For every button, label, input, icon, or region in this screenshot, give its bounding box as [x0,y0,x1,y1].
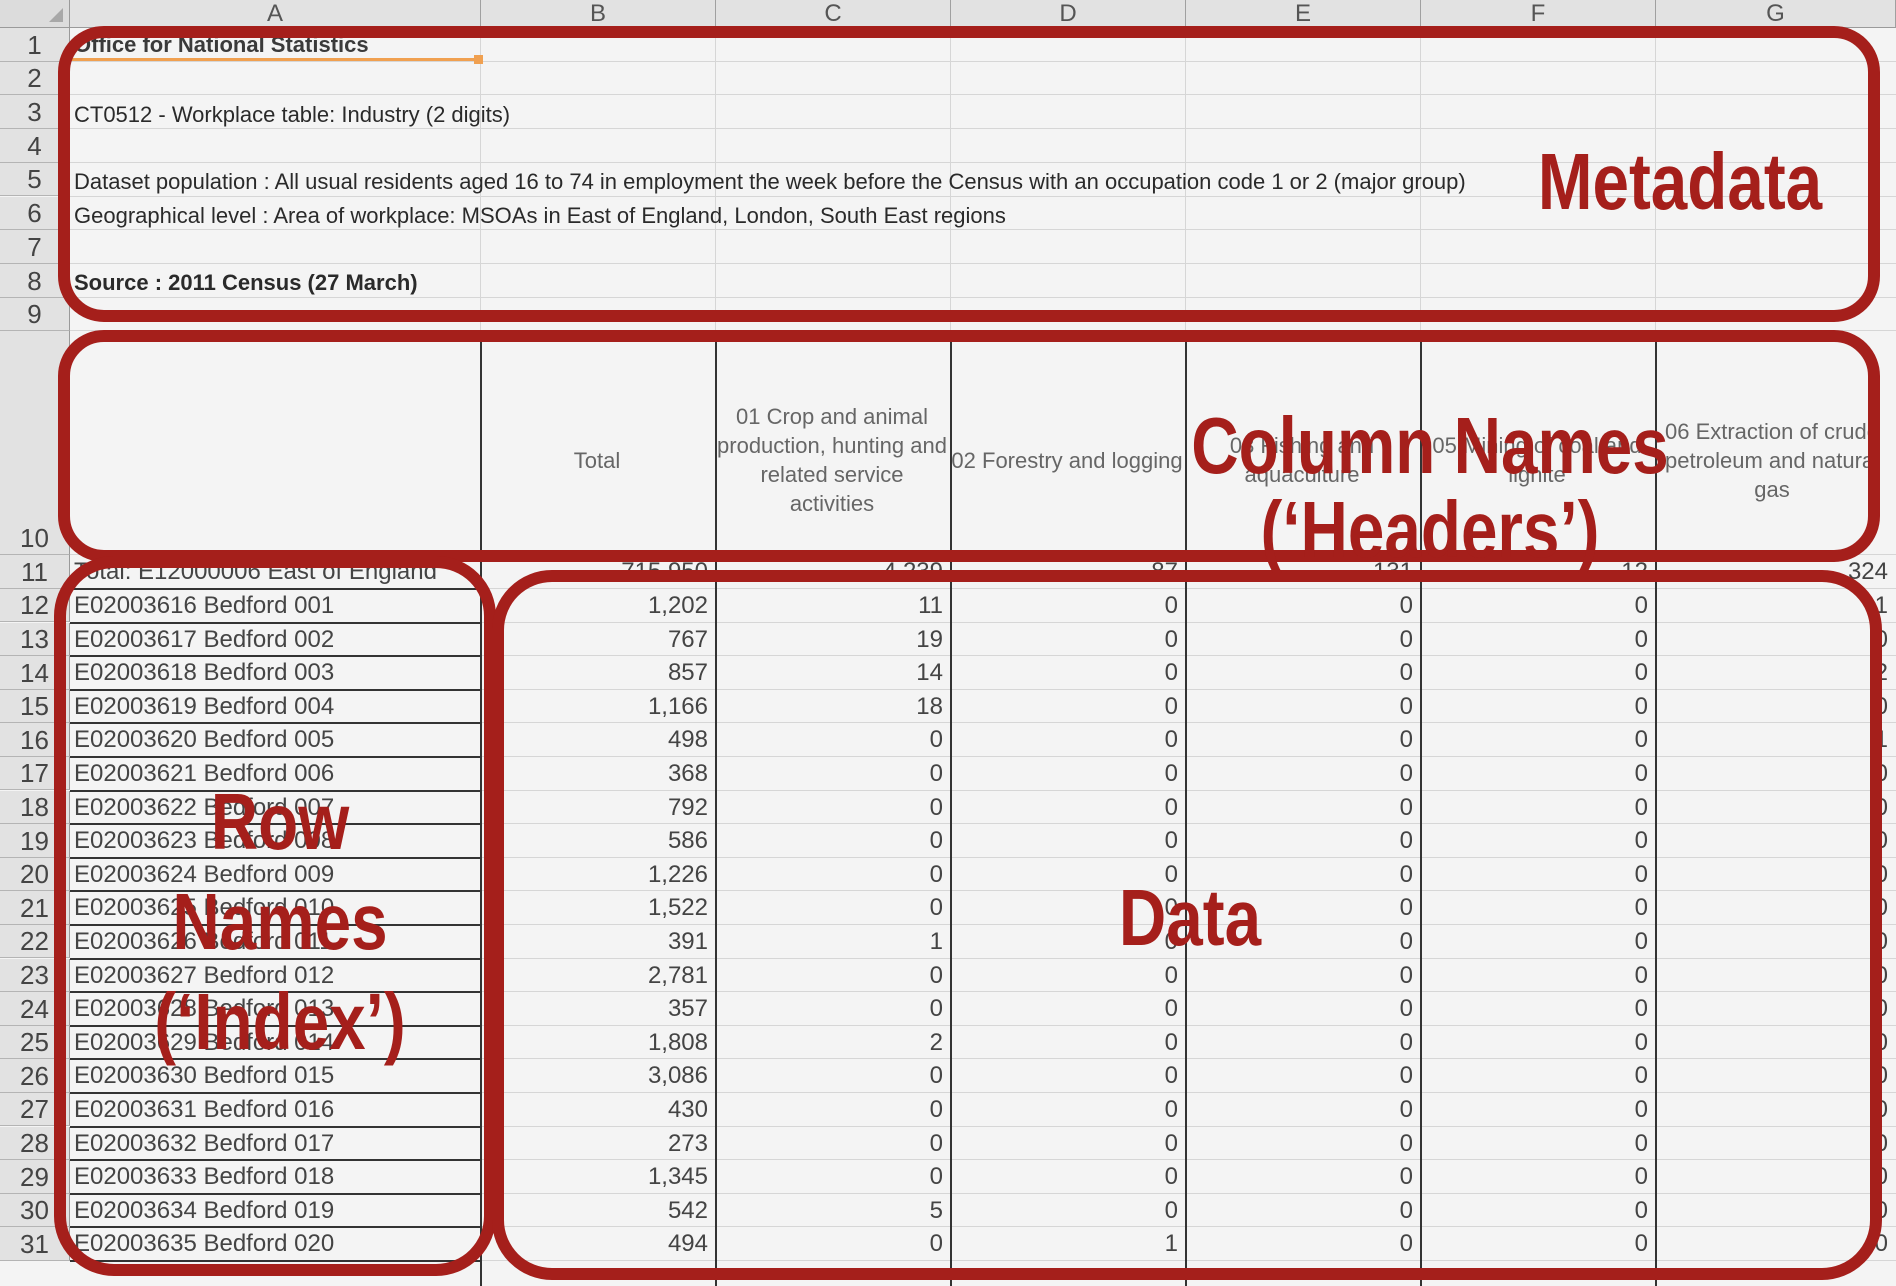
metadata-label: Metadata [1537,137,1823,226]
column-header-b[interactable]: B [481,0,716,28]
column-header-e[interactable]: E [1186,0,1421,28]
column-header-a[interactable]: A [70,0,481,28]
row-names-label-line1: Row [210,777,350,866]
column-header-g[interactable]: G [1656,0,1896,28]
select-all-corner[interactable] [0,0,70,28]
column-header-f[interactable]: F [1421,0,1656,28]
column-header-d[interactable]: D [951,0,1186,28]
spreadsheet: ABCDEFG 1 2 3 4 5 6 7 8 9 10 11 12 13 14 15 16 17 18 19 20 2… [0,0,1896,1286]
data-label: Data [1118,873,1262,962]
column-header-c[interactable]: C [716,0,951,28]
column-names-label: Column Names (‘Headers’) [1191,401,1669,574]
row-names-label-line3: (‘Index’) [154,977,406,1066]
row-names-label-line2: Names [172,877,388,966]
row-header-9[interactable]: 9 [0,297,70,332]
row-header-11[interactable]: 11 [0,555,70,589]
